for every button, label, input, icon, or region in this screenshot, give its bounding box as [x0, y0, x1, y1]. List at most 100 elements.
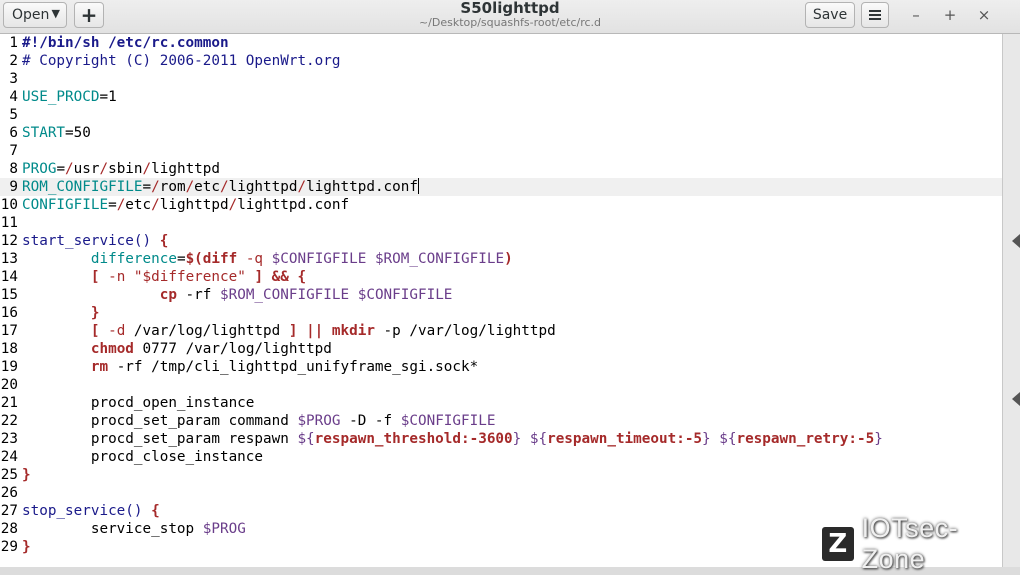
code-line[interactable]: 5 — [0, 106, 1002, 124]
code-line[interactable]: 15 cp -rf $ROM_CONFIGFILE $CONFIGFILE — [0, 286, 1002, 304]
code-token: / — [151, 197, 160, 213]
code-line[interactable]: 24 procd_close_instance — [0, 448, 1002, 466]
code-token: START — [22, 125, 66, 141]
minimize-icon[interactable]: – — [903, 4, 929, 26]
menu-button[interactable] — [861, 2, 889, 28]
code-text: } — [22, 304, 100, 322]
code-token: = — [56, 161, 66, 177]
code-line[interactable]: 22 procd_set_param command $PROG -D -f $… — [0, 412, 1002, 430]
code-line[interactable]: 1 #!/bin/sh /etc/rc.common — [0, 34, 1002, 52]
code-token: { — [297, 269, 307, 285]
code-token: cp — [159, 287, 177, 303]
code-line[interactable]: 20 — [0, 376, 1002, 394]
code-token: lighttpd — [159, 197, 229, 213]
code-token: -rf /tmp/cli_lighttpd_unifyframe_sgi.soc… — [108, 359, 479, 375]
code-text: [ -n "$difference" ] && { — [22, 268, 306, 286]
chevron-down-icon: ▼ — [51, 7, 60, 20]
code-line[interactable]: 3 — [0, 70, 1002, 88]
code-line[interactable]: 13 difference=$(diff -q $CONFIGFILE $ROM… — [0, 250, 1002, 268]
code-line[interactable]: 23 procd_set_param respawn ${respawn_thr… — [0, 430, 1002, 448]
code-token: / — [151, 179, 160, 195]
code-line[interactable]: 11 — [0, 214, 1002, 232]
code-token: CONFIGFILE — [22, 197, 109, 213]
code-token: { — [151, 503, 160, 519]
code-line[interactable]: 21 procd_open_instance — [0, 394, 1002, 412]
code-text: [ -d /var/log/lighttpd ] || mkdir -p /va… — [22, 322, 556, 340]
code-token: } — [512, 431, 522, 447]
save-button[interactable]: Save — [805, 2, 855, 28]
code-token: / — [65, 161, 74, 177]
code-line[interactable]: 14 [ -n "$difference" ] && { — [0, 268, 1002, 286]
line-number: 17 — [0, 323, 18, 339]
code-line[interactable]: 7 — [0, 142, 1002, 160]
code-line[interactable]: 8 PROG=/usr/sbin/lighttpd — [0, 160, 1002, 178]
code-line[interactable]: 19 rm -rf /tmp/cli_lighttpd_unifyframe_s… — [0, 358, 1002, 376]
code-token: "$difference" — [133, 269, 246, 285]
code-line[interactable]: 27 stop_service() { — [0, 502, 1002, 520]
code-token: ${ — [297, 431, 315, 447]
code-token: $CONFIGFILE — [357, 287, 453, 303]
code-line[interactable]: 6 START=50 — [0, 124, 1002, 142]
code-line[interactable]: 10 CONFIGFILE=/etc/lighttpd/lighttpd.conf — [0, 196, 1002, 214]
code-line[interactable]: 26 — [0, 484, 1002, 502]
code-token: / — [116, 197, 126, 213]
close-icon[interactable]: × — [971, 4, 997, 26]
code-token: =50 — [65, 125, 91, 141]
code-line[interactable]: 25} — [0, 466, 1002, 484]
maximize-icon[interactable]: + — [937, 4, 963, 26]
code-token: lighttpd — [151, 161, 221, 177]
line-number: 22 — [0, 413, 18, 429]
code-line[interactable]: 17 [ -d /var/log/lighttpd ] || mkdir -p … — [0, 322, 1002, 340]
code-text: #!/bin/sh /etc/rc.common — [22, 34, 229, 52]
line-number: 7 — [9, 143, 18, 159]
code-line[interactable]: 4 USE_PROCD=1 — [0, 88, 1002, 106]
line-number: 9 — [9, 179, 18, 195]
code-token: =1 — [99, 89, 117, 105]
side-panel-arrow-icon — [1012, 234, 1020, 248]
code-token: / — [297, 179, 307, 195]
code-token: = — [176, 251, 186, 267]
code-token: / — [142, 161, 152, 177]
text-editor-view[interactable]: 1 #!/bin/sh /etc/rc.common 2 # Copyright (C… — [0, 34, 1002, 567]
code-token: } — [874, 431, 883, 447]
code-line[interactable]: 2 # Copyright (C) 2006-2011 OpenWrt.org — [0, 52, 1002, 70]
code-token: lighttpd — [228, 179, 298, 195]
line-number: 10 — [0, 197, 18, 213]
code-token: etc — [125, 197, 152, 213]
code-token: || — [306, 323, 324, 339]
open-button[interactable]: Open ▼ — [3, 2, 67, 28]
code-token: / — [185, 179, 195, 195]
new-tab-button[interactable]: + — [74, 2, 104, 28]
code-line[interactable]: 18 chmod 0777 /var/log/lighttpd — [0, 340, 1002, 358]
code-token: $ROM_CONFIGFILE — [374, 251, 505, 267]
code-token: respawn_retry:-5 — [736, 431, 875, 447]
line-number: 24 — [0, 449, 18, 465]
code-line[interactable]: 12 start_service() { — [0, 232, 1002, 250]
code-text: service_stop $PROG — [22, 520, 246, 538]
code-text: rm -rf /tmp/cli_lighttpd_unifyframe_sgi.… — [22, 358, 478, 376]
code-text: cp -rf $ROM_CONFIGFILE $CONFIGFILE — [22, 286, 453, 304]
code-text: USE_PROCD=1 — [22, 88, 117, 106]
code-line[interactable]: 16 } — [0, 304, 1002, 322]
code-token: } — [702, 431, 711, 447]
code-text: PROG=/usr/sbin/lighttpd — [22, 160, 220, 178]
vertical-scrollbar[interactable] — [1002, 34, 1020, 567]
code-line[interactable]: 9 ROM_CONFIGFILE=/rom/etc/lighttpd/lightt… — [0, 178, 1002, 196]
line-number: 1 — [9, 35, 18, 51]
code-text: } — [22, 466, 31, 484]
line-number: 25 — [0, 467, 18, 483]
open-button-label: Open — [12, 7, 50, 23]
code-token: $CONFIGFILE — [271, 251, 367, 267]
line-number: 27 — [0, 503, 18, 519]
code-token: ] — [254, 269, 264, 285]
code-token: = — [108, 197, 117, 213]
code-text: procd_set_param respawn ${respawn_thresh… — [22, 430, 883, 448]
code-token: -n — [108, 269, 126, 285]
header-bar: Open ▼ + S50lighttpd ~/Desktop/squashfs-… — [0, 0, 1020, 34]
